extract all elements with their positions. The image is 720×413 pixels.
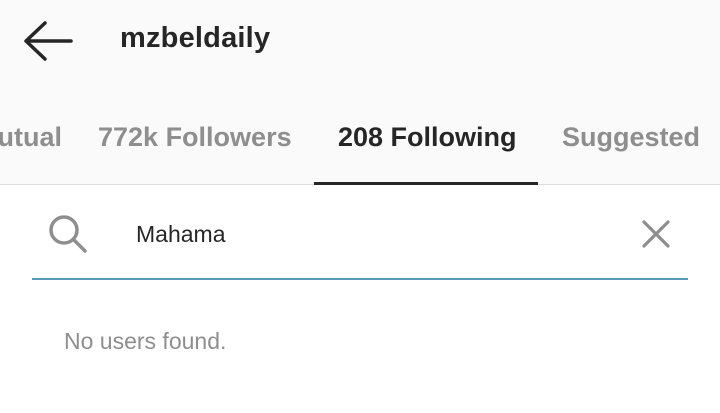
search-icon [49,215,87,253]
search-bar [32,200,688,280]
tab-following[interactable]: 208 Following [338,122,517,153]
back-button[interactable] [18,18,76,64]
active-tab-indicator [314,182,538,185]
close-icon [642,220,670,248]
tab-followers[interactable]: 772k Followers [98,122,292,153]
tab-suggested[interactable]: Suggested [562,122,700,153]
no-results-message: No users found. [64,328,227,354]
search-input[interactable] [136,216,616,252]
clear-search-button[interactable] [638,216,674,252]
header-area: mzbeldaily Mutual 772k Followers 208 Fol… [0,0,720,185]
arrow-left-icon [24,21,73,61]
tab-bar: Mutual 772k Followers 208 Following Sugg… [0,100,720,185]
page-title: mzbeldaily [120,22,271,54]
tab-mutual[interactable]: Mutual [0,122,62,153]
